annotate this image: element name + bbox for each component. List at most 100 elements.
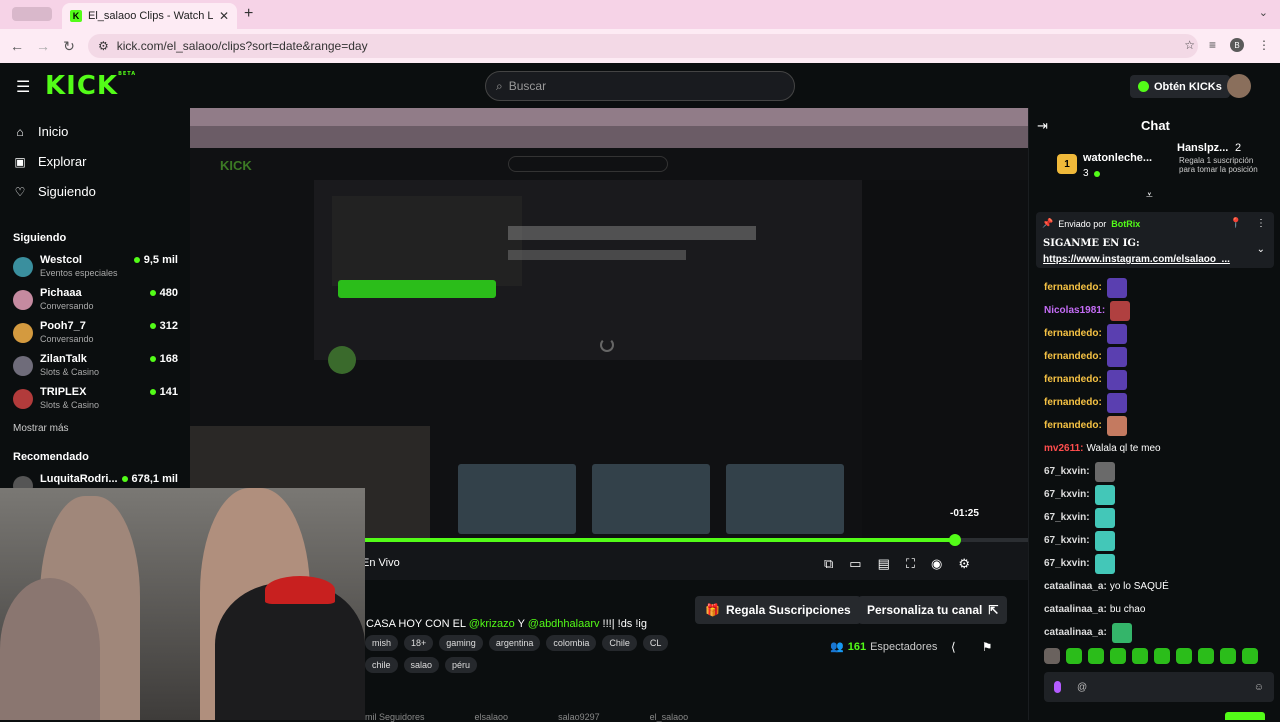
get-kicks-button[interactable]: Obtén KICKs xyxy=(1130,75,1230,98)
chat-message: fernandedo: xyxy=(1044,322,1276,345)
social-link[interactable]: salao9297 xyxy=(558,712,600,722)
emote-button[interactable] xyxy=(1088,648,1104,664)
pinned-author[interactable]: BotRix xyxy=(1111,219,1140,229)
emote-icon xyxy=(1094,507,1115,528)
seek-bar[interactable] xyxy=(365,534,1028,546)
leaderboard-user[interactable]: Hanslpz... xyxy=(1177,142,1228,154)
chat-input[interactable]: @ ☺ xyxy=(1044,672,1274,702)
chat-message: fernandedo: xyxy=(1044,391,1276,414)
emote-button[interactable] xyxy=(1242,648,1258,664)
fullscreen-icon[interactable]: ⛶ xyxy=(906,556,915,572)
mention-link[interactable]: @krizazo xyxy=(469,618,515,630)
search-input[interactable]: ⌕ Buscar xyxy=(485,71,795,101)
autoplay-icon[interactable]: ◉ xyxy=(931,556,942,572)
tag[interactable]: CL xyxy=(642,635,669,651)
tab-search-icon[interactable]: ⌄ xyxy=(1259,6,1268,19)
emote-button[interactable] xyxy=(1220,648,1236,664)
following-channel[interactable]: Pooh7_7 Conversando 312 xyxy=(13,319,178,347)
forward-icon[interactable]: → xyxy=(30,38,56,54)
share-icon[interactable]: ⟨ xyxy=(951,640,956,654)
customize-channel-button[interactable]: Personaliza tu canal ⇱ xyxy=(858,596,1008,624)
tag[interactable]: Chile xyxy=(602,635,637,651)
kick-logo[interactable]: KICKBETA xyxy=(45,71,136,101)
emote-button[interactable] xyxy=(1044,648,1060,664)
reload-icon[interactable]: ↻ xyxy=(56,38,82,55)
chevron-down-icon[interactable]: ⌄ xyxy=(1257,244,1265,255)
chat-username[interactable]: cataalinaa_a: xyxy=(1044,627,1107,638)
chat-username[interactable]: 67_kxvin: xyxy=(1044,512,1090,523)
tag[interactable]: salao xyxy=(403,657,440,673)
report-user-icon[interactable]: ⚑ xyxy=(982,640,993,654)
new-tab-button[interactable]: + xyxy=(244,5,253,23)
chat-username[interactable]: mv2611: xyxy=(1044,443,1083,454)
following-channel[interactable]: Westcol Eventos especiales 9,5 mil xyxy=(13,253,178,281)
tag[interactable]: argentina xyxy=(488,635,541,651)
user-avatar[interactable] xyxy=(1227,74,1251,98)
tag[interactable]: colombia xyxy=(546,635,597,651)
emote-button[interactable] xyxy=(1176,648,1192,664)
chat-username[interactable]: fernandedo: xyxy=(1044,351,1102,362)
emote-button[interactable] xyxy=(1132,648,1148,664)
nav-following[interactable]: ♡ Siguiendo xyxy=(14,184,96,199)
live-label[interactable]: En Vivo xyxy=(362,557,400,569)
nav-home[interactable]: ⌂ Inicio xyxy=(14,124,68,139)
tag[interactable]: gaming xyxy=(439,635,483,651)
unpin-icon[interactable]: 📍 xyxy=(1230,218,1242,229)
emote-button[interactable] xyxy=(1110,648,1126,664)
chat-username[interactable]: 67_kxvin: xyxy=(1044,489,1090,500)
chat-username[interactable]: fernandedo: xyxy=(1044,328,1102,339)
emote-button[interactable] xyxy=(1066,648,1082,664)
tab-group-icon[interactable] xyxy=(12,7,52,21)
emote-button[interactable] xyxy=(1198,648,1214,664)
show-more-link[interactable]: Mostrar más xyxy=(13,423,69,434)
gift-subs-button[interactable]: 🎁 Regala Suscripciones xyxy=(695,596,861,624)
url-field[interactable]: ⚙ kick.com/el_salaoo/clips?sort=date&ran… xyxy=(88,34,1198,58)
close-tab-icon[interactable]: ✕ xyxy=(219,9,229,23)
back-icon[interactable]: ← xyxy=(4,38,30,54)
clip-icon[interactable]: ▤ xyxy=(878,556,890,572)
mention-link[interactable]: @abdhhalaarv xyxy=(528,618,600,630)
pip-icon[interactable]: ⧉ xyxy=(824,556,833,572)
pinned-link[interactable]: https://www.instagram.com/elsalaoo_... xyxy=(1043,254,1230,265)
social-instagram[interactable]: elsalaoo xyxy=(475,712,509,722)
social-link[interactable]: el_salaoo xyxy=(650,712,689,722)
chat-username[interactable]: fernandedo: xyxy=(1044,282,1102,293)
leaderboard-user[interactable]: watonleche... xyxy=(1083,152,1152,164)
seek-handle[interactable] xyxy=(949,534,962,546)
collapse-chat-icon[interactable]: ⇥ xyxy=(1037,118,1048,134)
menu-icon[interactable]: ☰ xyxy=(16,77,30,97)
site-info-icon[interactable]: ⚙ xyxy=(98,39,109,53)
chat-username[interactable]: fernandedo: xyxy=(1044,420,1102,431)
following-channel[interactable]: ZilanTalk Slots & Casino 168 xyxy=(13,352,178,380)
nav-following-label: Siguiendo xyxy=(38,184,96,199)
theater-icon[interactable]: ▭ xyxy=(849,556,861,572)
following-channel[interactable]: TRIPLEX Slots & Casino 141 xyxy=(13,385,178,413)
tag[interactable]: péru xyxy=(445,657,478,673)
media-control-icon[interactable]: ≡ xyxy=(1209,38,1216,52)
emoji-icon[interactable]: ☺ xyxy=(1254,682,1264,693)
nav-explore[interactable]: ▣ Explorar xyxy=(14,154,86,169)
chat-message: cataalinaa_a: yo lo SAQUÉ xyxy=(1044,575,1276,598)
chat-username[interactable]: 67_kxvin: xyxy=(1044,466,1090,477)
send-button[interactable] xyxy=(1225,712,1265,720)
chat-username[interactable]: Nicolas1981: xyxy=(1044,305,1105,316)
bookmark-star-icon[interactable]: ☆ xyxy=(1184,38,1195,52)
emote-button[interactable] xyxy=(1154,648,1170,664)
browser-menu-icon[interactable]: ⋮ xyxy=(1258,38,1270,52)
chat-username[interactable]: 67_kxvin: xyxy=(1044,535,1090,546)
chat-username[interactable]: fernandedo: xyxy=(1044,397,1102,408)
following-channel[interactable]: Pichaaa Conversando 480 xyxy=(13,286,178,314)
profile-avatar[interactable]: B xyxy=(1230,38,1244,52)
more-options-icon[interactable]: ⋮ xyxy=(1256,218,1266,229)
chat-username[interactable]: cataalinaa_a: xyxy=(1044,604,1107,615)
browser-tab[interactable]: K El_salaoo Clips - Watch Live ✕ xyxy=(62,3,237,29)
chat-username[interactable]: fernandedo: xyxy=(1044,374,1102,385)
settings-icon[interactable]: ⚙ xyxy=(958,556,970,572)
tag[interactable]: chile xyxy=(365,657,398,673)
chat-username[interactable]: 67_kxvin: xyxy=(1044,558,1090,569)
chat-username[interactable]: cataalinaa_a: xyxy=(1044,581,1107,592)
expand-leaderboard-icon[interactable]: ⩡ xyxy=(1146,188,1153,203)
microphone-icon[interactable] xyxy=(1054,681,1061,693)
tag[interactable]: 18+ xyxy=(404,635,434,651)
tag[interactable]: mish xyxy=(365,635,399,651)
